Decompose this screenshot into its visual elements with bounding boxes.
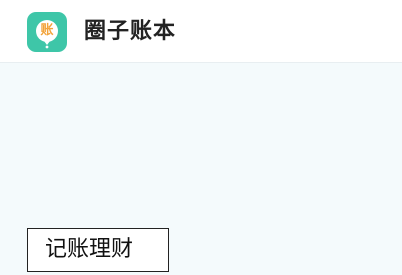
- slogan-tag: 记账理财: [27, 228, 169, 272]
- app-title: 圈子账本: [84, 19, 177, 44]
- logo-char: 账: [40, 23, 54, 38]
- tag-pointer-icon: [27, 268, 37, 275]
- app-header: 账 圈子账本: [0, 0, 402, 63]
- slogan-tag-label: 记账理财: [45, 237, 134, 262]
- app-logo-icon[interactable]: 账: [27, 12, 67, 52]
